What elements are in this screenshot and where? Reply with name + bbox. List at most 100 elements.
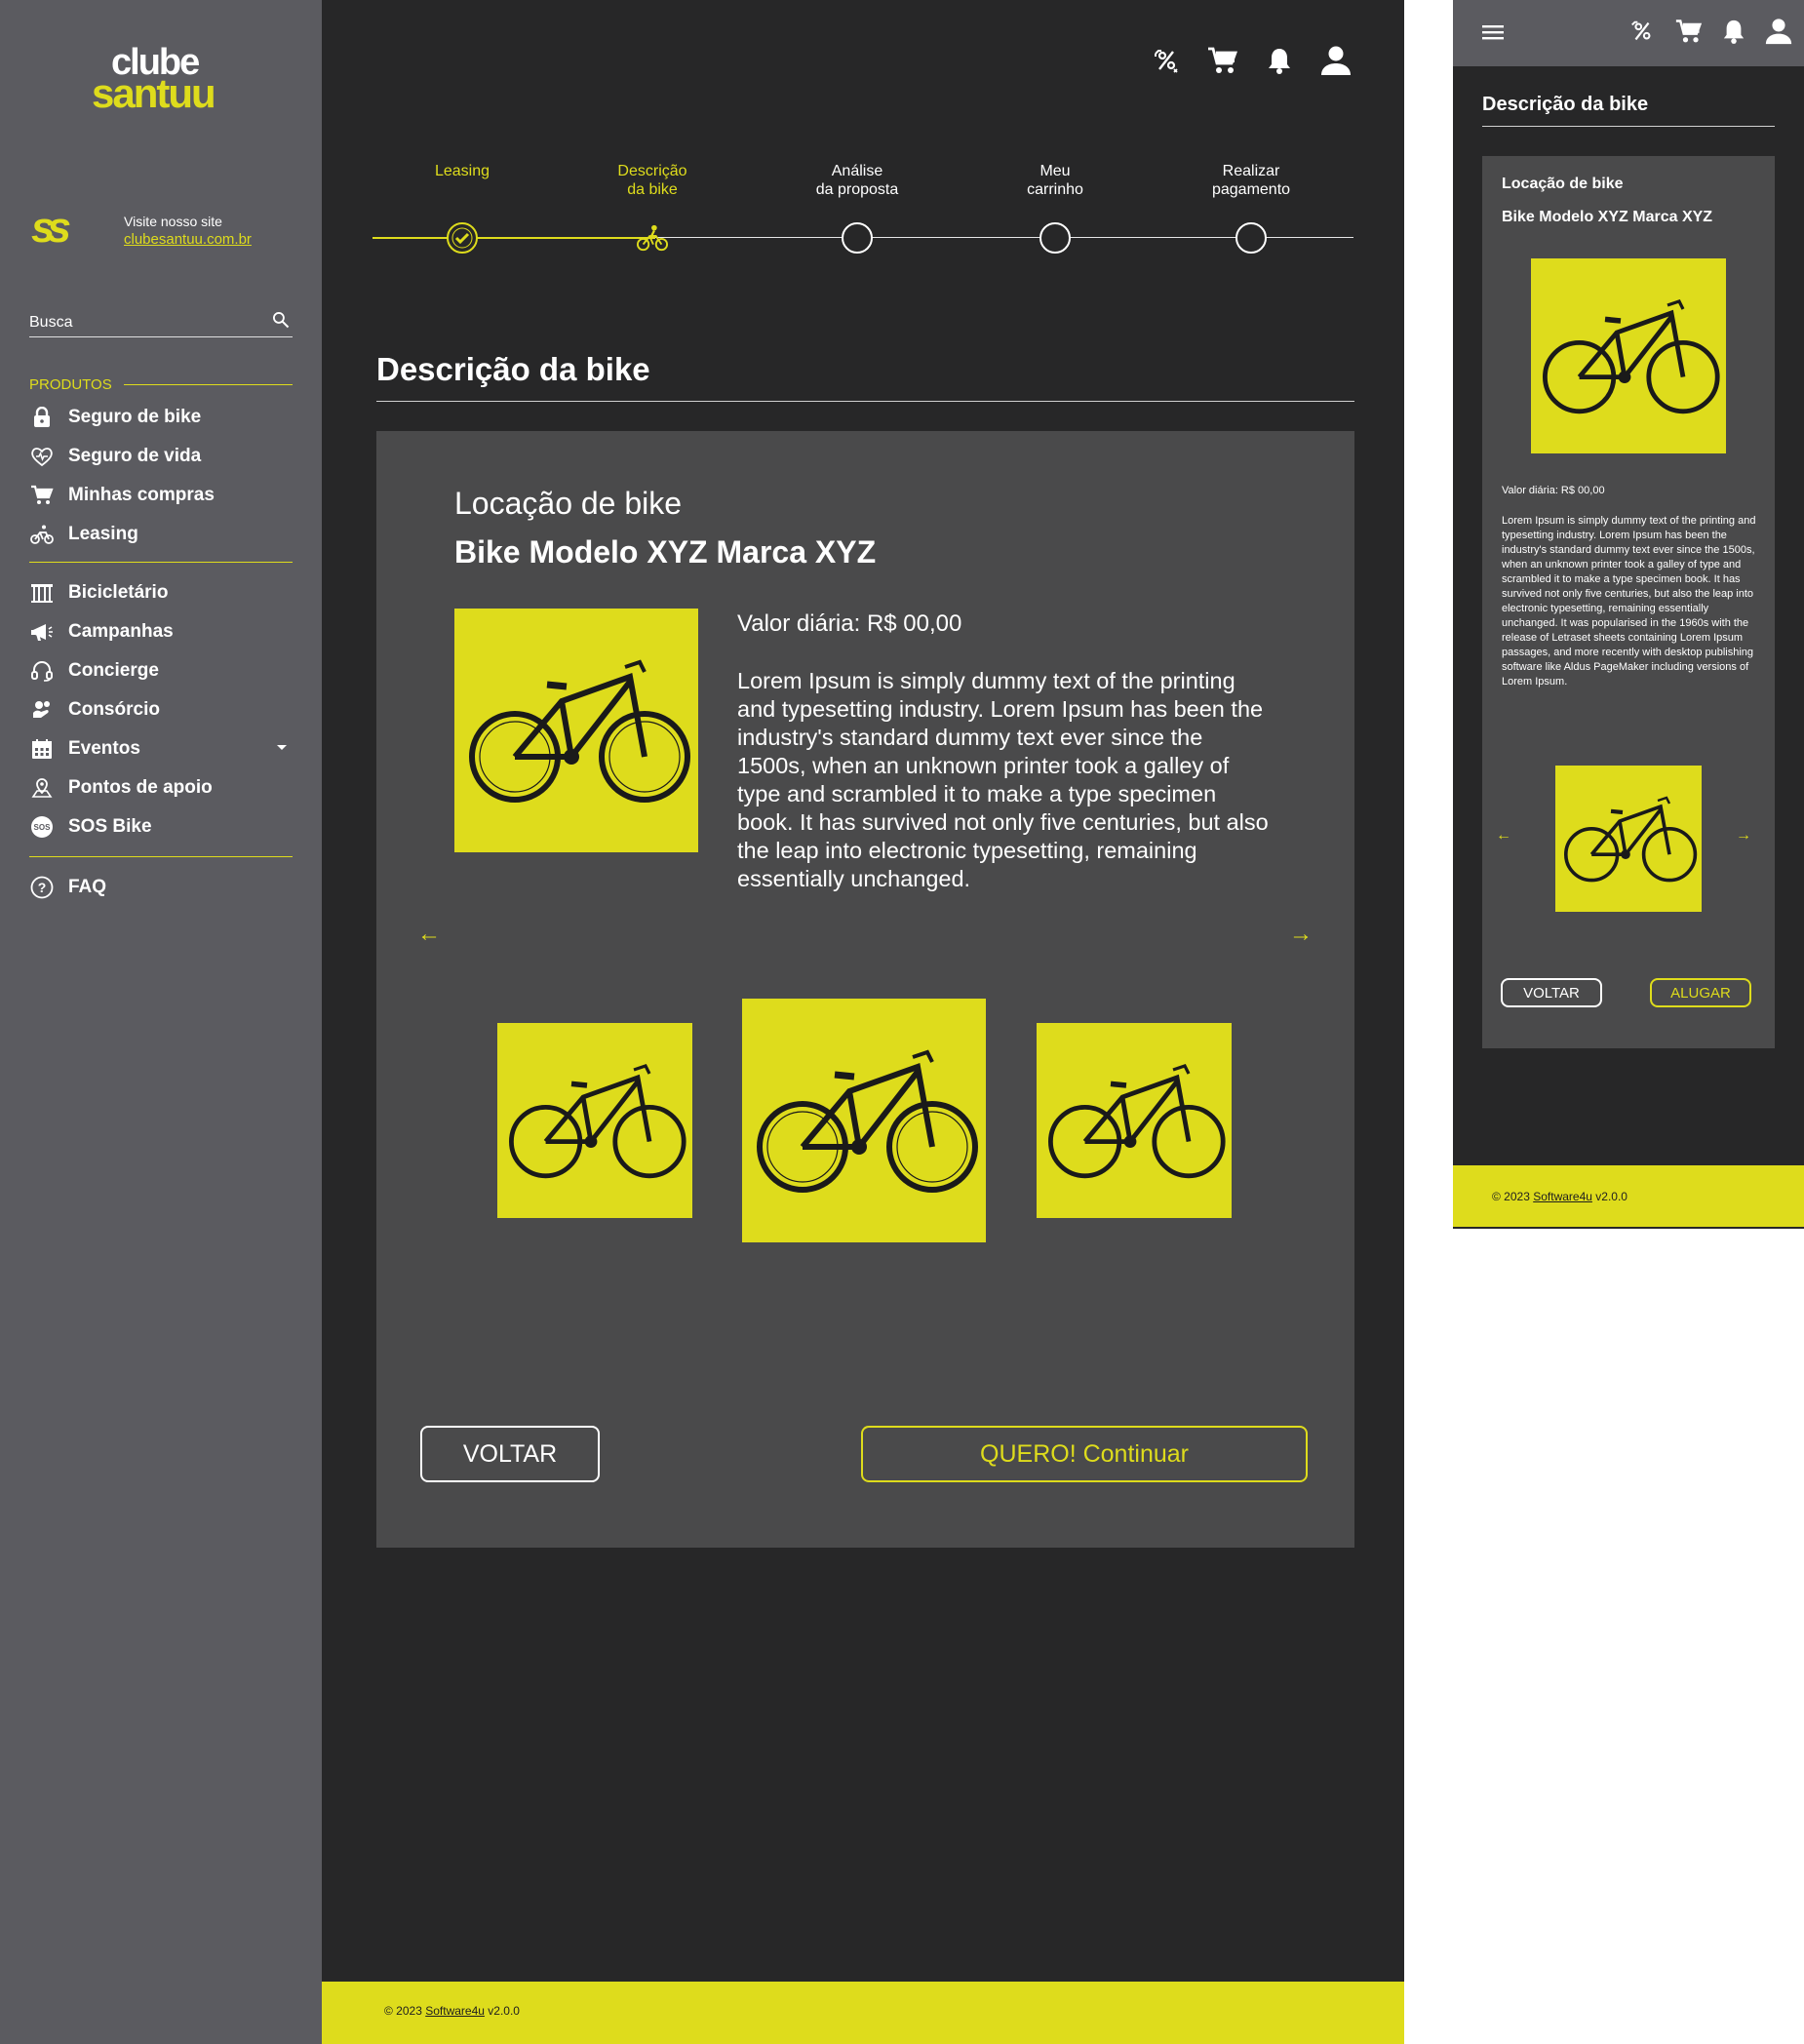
bike-illustration xyxy=(469,659,690,803)
search-field[interactable]: Busca xyxy=(29,306,293,337)
footer-link[interactable]: Software4u xyxy=(1533,1190,1592,1203)
step-node-descricao[interactable] xyxy=(637,222,668,254)
step-node-leasing[interactable] xyxy=(447,222,478,254)
chevron-down-icon[interactable] xyxy=(277,745,287,750)
step-node-pagamento[interactable] xyxy=(1235,222,1267,254)
user-icon[interactable] xyxy=(1765,18,1792,45)
svg-text:SOS: SOS xyxy=(34,823,52,832)
sidebar-item-label: Seguro de vida xyxy=(68,446,202,466)
check-icon xyxy=(451,227,473,249)
sidebar-item-pontos-apoio[interactable]: Pontos de apoio xyxy=(29,768,293,807)
mobile-header xyxy=(1453,0,1804,66)
carousel-thumbnail[interactable] xyxy=(497,1023,692,1218)
cart-icon[interactable] xyxy=(1205,43,1240,78)
step-label-leasing: Leasing xyxy=(434,163,490,179)
sidebar-item-eventos[interactable]: Eventos xyxy=(29,729,293,768)
step-label-carrinho: Meu carrinho xyxy=(1027,163,1083,198)
megaphone-icon xyxy=(29,619,55,645)
sidebar-item-bicicletario[interactable]: Bicicletário xyxy=(29,573,293,612)
sidebar-item-label: Bicicletário xyxy=(68,582,169,603)
user-icon[interactable] xyxy=(1318,43,1353,78)
sidebar-item-label: Eventos xyxy=(68,738,140,759)
mobile-card-subtitle: Bike Modelo XYZ Marca XYZ xyxy=(1502,209,1713,225)
mobile-back-button[interactable]: VOLTAR xyxy=(1501,978,1602,1007)
progress-stepper: Leasing Descrição da bike Análise da pro… xyxy=(373,156,1353,254)
heart-icon xyxy=(29,444,55,469)
page-title: Descrição da bike xyxy=(376,351,1354,402)
sidebar-item-faq[interactable]: ? FAQ xyxy=(29,868,293,907)
footer-link[interactable]: Software4u xyxy=(425,2004,485,2018)
mobile-carousel-image[interactable] xyxy=(1555,766,1702,912)
sidebar: clube santuu ss Visite nosso site clubes… xyxy=(0,0,322,2044)
sidebar-item-seguro-bike[interactable]: Seguro de bike xyxy=(29,398,293,437)
carousel-prev-arrow-icon[interactable]: ← xyxy=(417,921,441,948)
section-divider xyxy=(124,384,293,385)
visit-site-box: ss Visite nosso site clubesantuu.com.br xyxy=(29,205,293,254)
carousel-next-arrow-icon[interactable]: → xyxy=(1736,827,1751,845)
products-section-text: PRODUTOS xyxy=(29,376,112,393)
search-icon[interactable] xyxy=(271,310,291,330)
carousel-thumbnail[interactable] xyxy=(1037,1023,1232,1218)
visit-site-link[interactable]: clubesantuu.com.br xyxy=(124,231,252,248)
daily-price: Valor diária: R$ 00,00 xyxy=(737,610,962,637)
help-icon: ? xyxy=(29,875,55,900)
sidebar-item-consorcio[interactable]: Consórcio xyxy=(29,690,293,729)
hamburger-menu-icon[interactable] xyxy=(1482,23,1504,41)
sidebar-item-label: Leasing xyxy=(68,524,138,544)
sidebar-item-concierge[interactable]: Concierge xyxy=(29,651,293,690)
mobile-page-title: Descrição da bike xyxy=(1482,94,1775,127)
footer-version: v2.0.0 xyxy=(488,2004,520,2018)
mobile-view: Descrição da bike Locação de bike Bike M… xyxy=(1453,0,1804,1229)
main-content: Leasing Descrição da bike Análise da pro… xyxy=(322,0,1404,1982)
continue-button[interactable]: QUERO! Continuar xyxy=(861,1426,1308,1482)
sidebar-item-label: SOS Bike xyxy=(68,816,152,837)
footer: © 2023 Software4u v2.0.0 xyxy=(322,1982,1404,2044)
cart-icon[interactable] xyxy=(1675,18,1703,45)
bike-rack-icon xyxy=(29,580,55,606)
sidebar-item-minhas-compras[interactable]: Minhas compras xyxy=(29,476,293,515)
bike-icon xyxy=(29,522,55,547)
menu-divider xyxy=(29,856,293,857)
menu-divider xyxy=(29,562,293,563)
carousel-prev-arrow-icon[interactable]: ← xyxy=(1496,827,1511,845)
menu-group-help: ? FAQ xyxy=(29,868,293,907)
discount-icon[interactable] xyxy=(1149,43,1184,78)
sidebar-item-sos-bike[interactable]: SOS SOS Bike xyxy=(29,807,293,846)
step-node-analise[interactable] xyxy=(842,222,873,254)
header-icons xyxy=(1149,43,1353,78)
footer-copyright: © 2023 xyxy=(384,2004,422,2018)
back-button[interactable]: VOLTAR xyxy=(420,1426,600,1482)
bell-icon[interactable] xyxy=(1262,43,1297,78)
svg-text:?: ? xyxy=(38,880,47,895)
mobile-rent-button[interactable]: ALUGAR xyxy=(1650,978,1751,1007)
sidebar-item-leasing[interactable]: Leasing xyxy=(29,515,293,554)
footer-copyright: © 2023 xyxy=(1492,1190,1530,1203)
sidebar-item-label: FAQ xyxy=(68,877,107,897)
carousel-active-image[interactable] xyxy=(742,999,986,1242)
sos-icon: SOS xyxy=(29,814,55,840)
sidebar-item-seguro-vida[interactable]: Seguro de vida xyxy=(29,437,293,476)
logo-word-bottom: santuu xyxy=(92,70,216,116)
bike-illustration xyxy=(509,1064,686,1179)
bike-illustration xyxy=(1048,1064,1226,1179)
discount-icon[interactable] xyxy=(1628,18,1656,45)
mobile-header-icons xyxy=(1628,18,1792,45)
footer-version: v2.0.0 xyxy=(1595,1190,1628,1203)
search-input[interactable]: Busca xyxy=(29,314,72,332)
sidebar-item-label: Seguro de bike xyxy=(68,407,202,427)
bike-main-image xyxy=(454,609,698,852)
mobile-daily-price: Valor diária: R$ 00,00 xyxy=(1502,485,1605,496)
clube-santuu-logo[interactable]: clube santuu xyxy=(90,43,236,121)
bell-icon[interactable] xyxy=(1722,18,1745,45)
sidebar-item-label: Concierge xyxy=(68,660,159,681)
santuu-mark-icon: ss xyxy=(31,204,71,252)
step-label-descricao: Descrição da bike xyxy=(617,163,687,198)
sidebar-item-label: Minhas compras xyxy=(68,485,215,505)
step-node-carrinho[interactable] xyxy=(1039,222,1071,254)
headset-icon xyxy=(29,658,55,684)
carousel-next-arrow-icon[interactable]: → xyxy=(1289,921,1313,948)
sidebar-item-campanhas[interactable]: Campanhas xyxy=(29,612,293,651)
stepper-track-complete xyxy=(373,237,655,239)
bike-illustration xyxy=(1543,299,1720,414)
menu-group-products: Seguro de bike Seguro de vida Minhas com… xyxy=(29,398,293,554)
